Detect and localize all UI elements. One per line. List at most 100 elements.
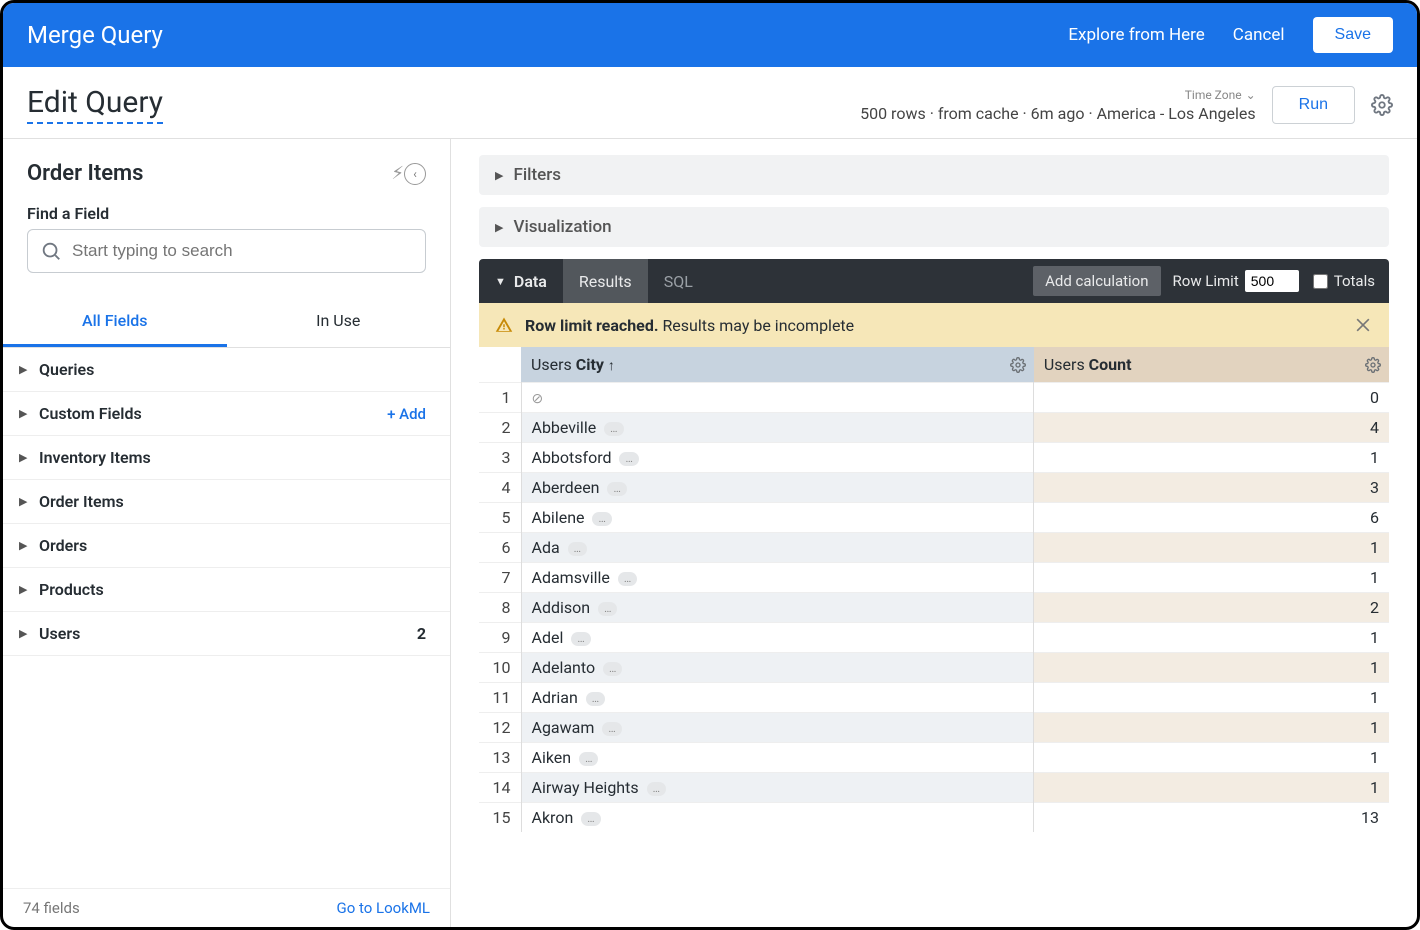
field-search-text[interactable] [72, 241, 413, 261]
null-icon: ⊘ [532, 391, 544, 407]
tab-in-use[interactable]: In Use [227, 297, 451, 347]
cell-count[interactable]: 1 [1034, 533, 1389, 563]
drill-icon[interactable]: … [581, 812, 600, 826]
field-group-queries[interactable]: ▶Queries [3, 348, 450, 392]
cell-count[interactable]: 6 [1034, 503, 1389, 533]
caret-right-icon: ▶ [19, 495, 33, 508]
column-header-users-city[interactable]: Users City ↑ [521, 347, 1034, 383]
totals-checkbox[interactable] [1313, 274, 1328, 289]
close-icon[interactable] [1353, 315, 1373, 335]
cell-count[interactable]: 0 [1034, 383, 1389, 413]
row-number: 13 [479, 743, 521, 773]
bolt-icon[interactable]: ⚡︎ [391, 163, 404, 184]
field-search-input[interactable] [27, 229, 426, 273]
field-group-products[interactable]: ▶Products [3, 568, 450, 612]
gear-icon[interactable] [1371, 94, 1393, 116]
caret-right-icon: ▶ [495, 221, 503, 234]
drill-icon[interactable]: … [604, 422, 623, 436]
drill-icon[interactable]: … [618, 572, 637, 586]
table-row: 6 Ada … 1 [479, 533, 1389, 563]
table-row: 13 Aiken … 1 [479, 743, 1389, 773]
cell-city[interactable]: Akron [532, 808, 574, 827]
tab-sql[interactable]: SQL [648, 259, 709, 303]
drill-icon[interactable]: … [603, 662, 622, 676]
time-zone-dropdown[interactable]: Time Zone ⌄ [1185, 88, 1256, 102]
field-group-users[interactable]: ▶Users2 [3, 612, 450, 656]
cell-city[interactable]: Abbeville [532, 418, 597, 437]
cell-city[interactable]: Aiken [532, 748, 572, 767]
field-group-order-items[interactable]: ▶Order Items [3, 480, 450, 524]
cancel-link[interactable]: Cancel [1233, 25, 1285, 45]
cell-count[interactable]: 1 [1034, 563, 1389, 593]
field-group-label: Inventory Items [39, 448, 426, 467]
row-number: 7 [479, 563, 521, 593]
chevron-down-icon: ⌄ [1246, 88, 1256, 102]
cell-count[interactable]: 4 [1034, 413, 1389, 443]
drill-icon[interactable]: … [607, 482, 626, 496]
cell-city[interactable]: Adelanto [532, 658, 596, 677]
cell-city[interactable]: Aberdeen [532, 478, 600, 497]
add-custom-field-link[interactable]: + Add [387, 405, 426, 423]
cell-count[interactable]: 1 [1034, 443, 1389, 473]
page-title[interactable]: Edit Query [27, 85, 163, 124]
cell-city[interactable]: Agawam [532, 718, 595, 737]
drill-icon[interactable]: … [568, 542, 587, 556]
save-button[interactable]: Save [1313, 17, 1393, 53]
drill-icon[interactable]: … [592, 512, 611, 526]
row-number: 15 [479, 803, 521, 833]
tab-all-fields[interactable]: All Fields [3, 297, 227, 347]
warning-icon [495, 316, 513, 334]
column-header-users-count[interactable]: Users Count [1034, 347, 1389, 383]
totals-toggle[interactable]: Totals [1313, 272, 1375, 290]
gear-icon[interactable] [1010, 357, 1026, 373]
cell-count[interactable]: 1 [1034, 743, 1389, 773]
row-number: 12 [479, 713, 521, 743]
run-button[interactable]: Run [1272, 86, 1355, 124]
cell-count[interactable]: 1 [1034, 683, 1389, 713]
visualization-section-toggle[interactable]: ▶ Visualization [479, 207, 1389, 247]
field-group-custom-fields[interactable]: ▶Custom Fields+ Add [3, 392, 450, 436]
row-limit-input[interactable] [1245, 270, 1299, 292]
cell-city[interactable]: Adel [532, 628, 564, 647]
drill-icon[interactable]: … [619, 452, 638, 466]
table-row: 15 Akron … 13 [479, 803, 1389, 833]
drill-icon[interactable]: … [571, 632, 590, 646]
drill-icon[interactable]: … [647, 782, 666, 796]
row-number-header [479, 347, 521, 383]
cell-city[interactable]: Ada [532, 538, 560, 557]
collapse-sidebar-icon[interactable]: ‹ [404, 163, 426, 185]
explore-from-here-link[interactable]: Explore from Here [1068, 25, 1204, 45]
cell-count[interactable]: 1 [1034, 653, 1389, 683]
results-table: Users City ↑ Users Count 1 ⊘ 0 2 Abbeville …… [479, 347, 1389, 832]
cell-city[interactable]: Abbotsford [532, 448, 612, 467]
cell-count[interactable]: 1 [1034, 713, 1389, 743]
drill-icon[interactable]: … [586, 692, 605, 706]
cell-city[interactable]: Addison [532, 598, 591, 617]
go-to-lookml-link[interactable]: Go to LookML [337, 899, 431, 917]
tab-results[interactable]: Results [563, 259, 648, 303]
cell-count[interactable]: 1 [1034, 773, 1389, 803]
filters-section-toggle[interactable]: ▶ Filters [479, 155, 1389, 195]
field-group-inventory-items[interactable]: ▶Inventory Items [3, 436, 450, 480]
field-group-label: Orders [39, 536, 426, 555]
caret-right-icon: ▶ [19, 539, 33, 552]
explore-title: Order Items [27, 161, 381, 186]
add-calculation-button[interactable]: Add calculation [1033, 266, 1160, 296]
cell-city[interactable]: Abilene [532, 508, 585, 527]
table-row: 2 Abbeville … 4 [479, 413, 1389, 443]
row-number: 6 [479, 533, 521, 563]
data-section-toggle[interactable]: ▼ Data [479, 259, 563, 303]
cell-count[interactable]: 1 [1034, 623, 1389, 653]
drill-icon[interactable]: … [598, 602, 617, 616]
cell-count[interactable]: 2 [1034, 593, 1389, 623]
cell-city[interactable]: Adrian [532, 688, 578, 707]
cell-count[interactable]: 3 [1034, 473, 1389, 503]
gear-icon[interactable] [1365, 357, 1381, 373]
cell-count[interactable]: 13 [1034, 803, 1389, 833]
drill-icon[interactable]: … [602, 722, 621, 736]
drill-icon[interactable]: … [579, 752, 598, 766]
field-group-orders[interactable]: ▶ Orders [3, 524, 450, 568]
row-number: 2 [479, 413, 521, 443]
cell-city[interactable]: Adamsville [532, 568, 610, 587]
cell-city[interactable]: Airway Heights [532, 778, 639, 797]
